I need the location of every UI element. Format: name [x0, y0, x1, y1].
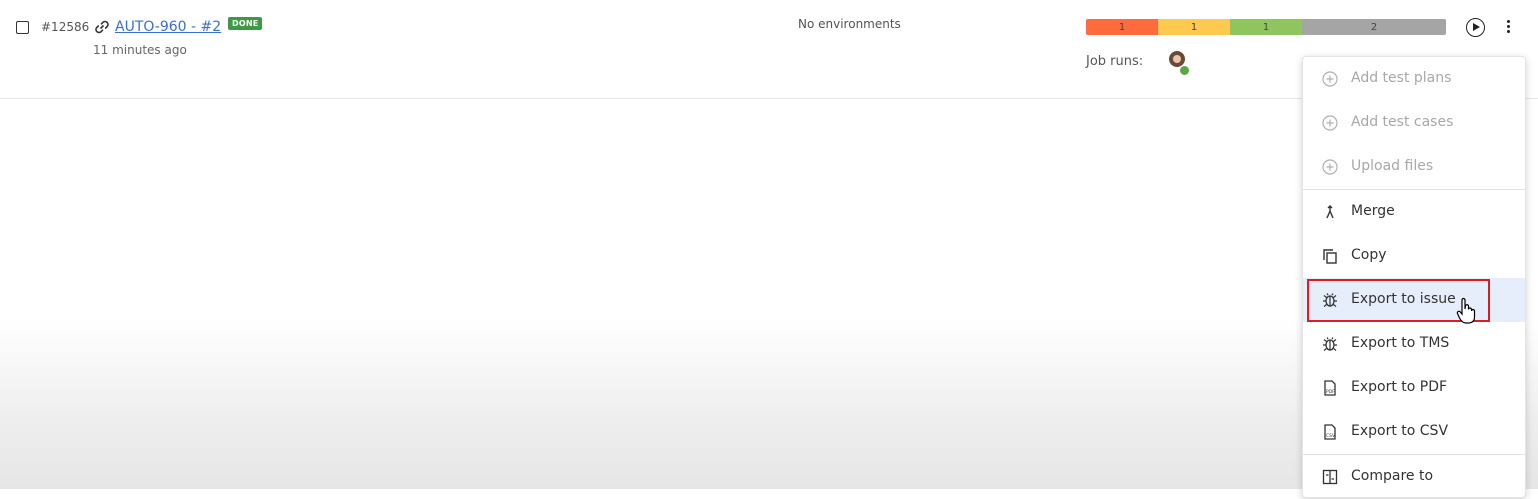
copy-icon	[1323, 249, 1337, 264]
row-checkbox[interactable]	[16, 21, 29, 34]
status-segment-failed: 1	[1086, 19, 1158, 35]
kebab-dot	[1506, 30, 1510, 33]
menu-item-label: Add test plans	[1351, 70, 1452, 86]
menu-item-label: Add test cases	[1351, 114, 1454, 130]
run-actions-menu: Add test plans Add test cases Upload fil…	[1302, 56, 1526, 498]
menu-item-copy[interactable]: Copy	[1303, 234, 1525, 278]
menu-item-label: Merge	[1351, 203, 1395, 219]
menu-item-label: Export to TMS	[1351, 335, 1450, 351]
kebab-dot	[1506, 20, 1510, 23]
add-circle-icon	[1322, 115, 1338, 131]
menu-item-export-to-pdf[interactable]: PDF Export to PDF	[1303, 366, 1525, 410]
kebab-dot	[1506, 25, 1510, 28]
menu-item-label: Copy	[1351, 247, 1387, 263]
run-title-link[interactable]: AUTO-960 - #2	[115, 19, 221, 35]
svg-text:CSV: CSV	[1326, 433, 1336, 439]
menu-item-compare-to[interactable]: Compare to	[1303, 455, 1525, 499]
csv-file-icon: CSV	[1324, 424, 1336, 440]
job-runs-label: Job runs:	[1086, 54, 1144, 69]
status-segment-skipped: 1	[1158, 19, 1230, 35]
link-icon	[95, 20, 109, 34]
menu-item-add-test-cases[interactable]: Add test cases	[1303, 101, 1525, 145]
status-badge: DONE	[228, 17, 263, 30]
menu-item-label: Compare to	[1351, 468, 1434, 484]
add-circle-icon	[1322, 159, 1338, 175]
compare-icon	[1322, 469, 1338, 485]
menu-item-upload-files[interactable]: Upload files	[1303, 145, 1525, 189]
menu-item-label: Export to CSV	[1351, 423, 1449, 439]
status-progress-bar: 1 1 1 2	[1086, 19, 1446, 35]
launch-run-button[interactable]	[1466, 18, 1485, 37]
status-segment-pending: 2	[1302, 19, 1446, 35]
avatar-face	[1173, 55, 1181, 63]
menu-item-export-to-csv[interactable]: CSV Export to CSV	[1303, 410, 1525, 454]
add-circle-icon	[1322, 71, 1338, 87]
menu-item-export-to-issue[interactable]: Export to issue	[1303, 278, 1525, 322]
pdf-file-icon: PDF	[1324, 380, 1336, 396]
avatar[interactable]	[1169, 51, 1190, 76]
svg-text:PDF: PDF	[1326, 389, 1335, 395]
menu-item-label: Export to issue	[1351, 291, 1456, 307]
status-segment-passed: 1	[1230, 19, 1302, 35]
menu-item-export-to-tms[interactable]: Export to TMS	[1303, 322, 1525, 366]
menu-item-label: Upload files	[1351, 158, 1434, 174]
hand-pointer-cursor-icon	[1456, 297, 1476, 324]
environments-text: No environments	[798, 17, 901, 31]
online-status-dot	[1179, 65, 1190, 76]
merge-icon	[1326, 205, 1334, 219]
bug-icon	[1323, 293, 1337, 307]
bug-icon	[1323, 337, 1337, 351]
more-options-button[interactable]	[1503, 18, 1513, 38]
menu-item-label: Export to PDF	[1351, 379, 1448, 395]
menu-item-add-test-plans[interactable]: Add test plans	[1303, 57, 1525, 101]
run-time-ago: 11 minutes ago	[93, 43, 187, 57]
run-id: #12586	[41, 20, 90, 34]
menu-item-merge[interactable]: Merge	[1303, 190, 1525, 234]
